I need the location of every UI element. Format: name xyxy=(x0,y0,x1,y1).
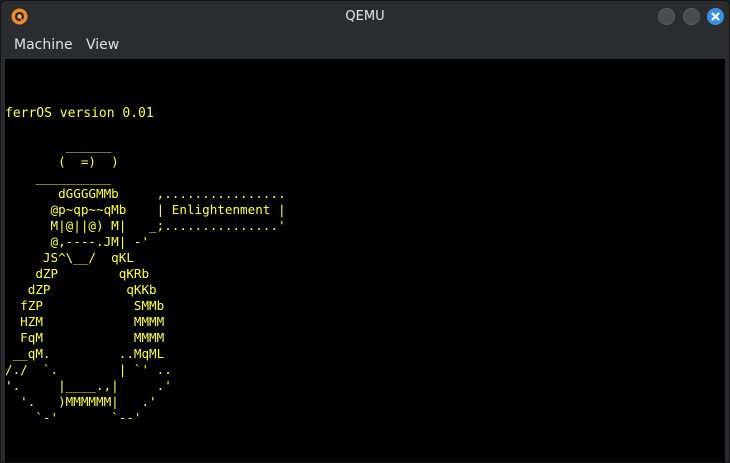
os-version-text: ferrOS version 0.01 xyxy=(5,106,154,121)
minimize-button[interactable] xyxy=(658,8,675,25)
enlightenment-ascii-art: ______ ( =) ) __________ dGGGGMMb ,.....… xyxy=(5,138,286,425)
close-button[interactable] xyxy=(707,8,724,25)
window-title: QEMU xyxy=(345,9,385,24)
menu-bar: Machine View xyxy=(1,32,729,59)
menu-view[interactable]: View xyxy=(82,32,123,59)
guest-display[interactable]: ferrOS version 0.01 ______ ( =) ) ______… xyxy=(5,59,725,462)
close-icon xyxy=(711,12,720,21)
menu-machine[interactable]: Machine xyxy=(10,32,77,59)
qemu-window: QEMU Machine View ferrOS version 0.01 __… xyxy=(0,0,730,463)
title-bar[interactable]: QEMU xyxy=(1,1,729,32)
maximize-button[interactable] xyxy=(683,8,700,25)
